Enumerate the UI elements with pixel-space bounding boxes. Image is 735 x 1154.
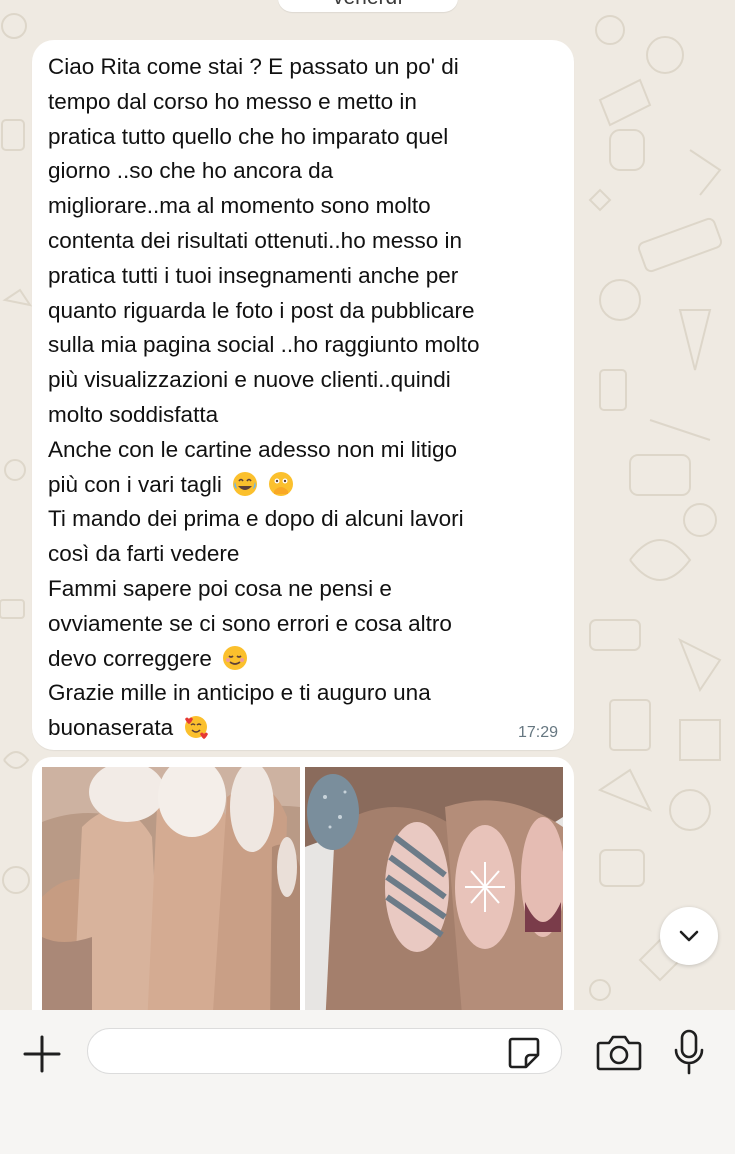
message-line: sulla mia pagina social ..ho raggiunto m…	[48, 332, 480, 358]
smiling-face-with-hearts-emoji	[185, 716, 209, 740]
message-line: pratica tutti i tuoi insegnamenti anche …	[48, 262, 459, 288]
chevron-down-icon	[679, 930, 699, 942]
message-line: contenta dei risultati ottenuti..ho mess…	[48, 227, 462, 253]
date-chip: venerdì	[278, 0, 458, 12]
message-text: Ciao Rita come stai ? E passato un po' d…	[48, 50, 568, 746]
message-line: molto soddisfatta	[48, 401, 219, 427]
message-line: più visualizzazioni e nuove clienti..qui…	[48, 367, 451, 393]
message-line: Anche con le cartine adesso non mi litig…	[48, 436, 457, 462]
message-input[interactable]	[87, 1028, 562, 1074]
message-line: Grazie mille in anticipo e ti auguro una	[48, 680, 431, 706]
message-line: buonaserata	[48, 715, 174, 741]
camera-icon[interactable]	[596, 1033, 642, 1073]
message-line: così da farti vedere	[48, 541, 240, 567]
photo-message-bubble[interactable]	[32, 757, 574, 1027]
face-with-tears-of-joy-emoji	[233, 471, 258, 496]
message-line: più con i vari tagli	[48, 471, 222, 497]
message-line: Ciao Rita come stai ? E passato un po' d…	[48, 54, 459, 79]
plus-icon[interactable]	[22, 1034, 62, 1074]
message-line: giorno ..so che ho ancora da	[48, 158, 334, 184]
message-line: quanto riguarda le foto i post da pubbli…	[48, 297, 475, 323]
message-line: pratica tutto quello che ho imparato que…	[48, 123, 449, 149]
message-line: migliorare..ma al momento sono molto	[48, 193, 431, 219]
message-line: ovviamente se ci sono errori e cosa altr…	[48, 610, 452, 636]
message-line: Fammi sapere poi cosa ne pensi e	[48, 575, 392, 601]
face-with-hand-over-mouth-emoji	[269, 471, 294, 496]
sticker-icon[interactable]	[506, 1035, 542, 1071]
nails-after-photo[interactable]	[305, 767, 563, 1027]
message-time: 17:29	[517, 724, 558, 741]
message-bubble[interactable]: Ciao Rita come stai ? E passato un po' d…	[32, 40, 574, 750]
nails-before-photo[interactable]	[42, 767, 300, 1027]
message-line: Ti mando dei prima e dopo di alcuni lavo…	[48, 506, 464, 532]
mic-icon[interactable]	[672, 1028, 706, 1076]
scroll-to-bottom-button[interactable]	[660, 907, 718, 965]
message-line: tempo dal corso ho messo e metto in	[48, 88, 417, 114]
smiling-face-emoji	[223, 645, 248, 670]
message-line: devo correggere	[48, 645, 212, 671]
